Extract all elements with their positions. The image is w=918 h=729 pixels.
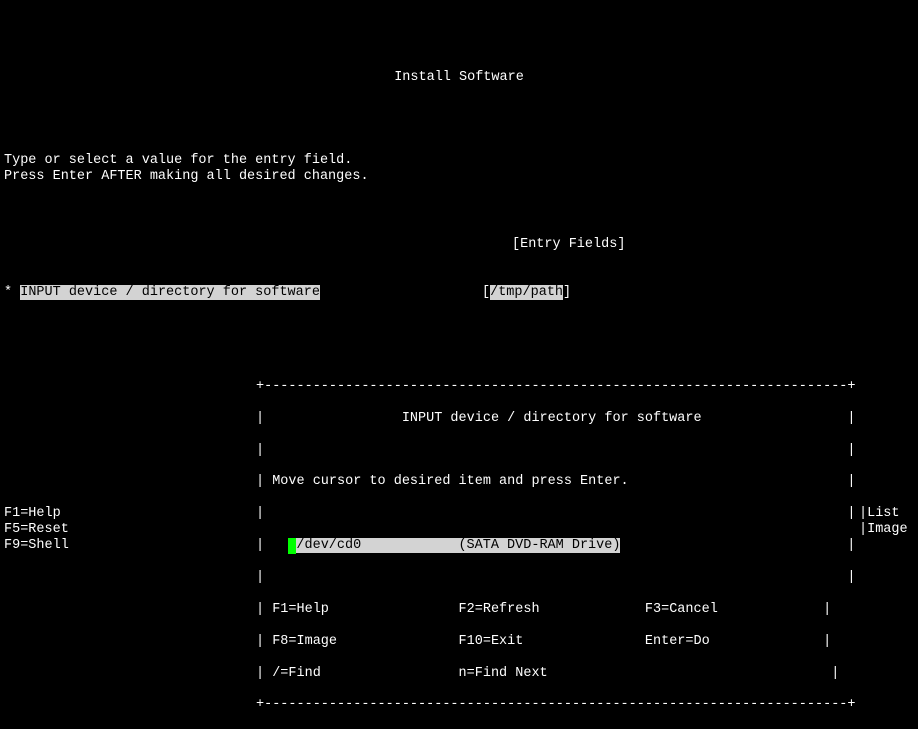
- popup-empty-2: | |: [256, 506, 914, 522]
- f8-image[interactable]: F8=Image: [272, 634, 337, 649]
- right-labels: |List |Image: [859, 490, 908, 538]
- bracket-close: ]: [563, 285, 571, 300]
- popup-border-top: +---------------------------------------…: [256, 379, 914, 395]
- f2-refresh[interactable]: F2=Refresh: [459, 602, 540, 617]
- input-device-row[interactable]: * INPUT device / directory for software …: [0, 285, 918, 301]
- popup-fkey-row-2: | F8=Image F10=Exit Enter=Do |: [256, 634, 914, 650]
- popup-selected-row[interactable]: | /dev/cd0 (SATA DVD-RAM Drive) |: [256, 538, 914, 554]
- popup-selected-item[interactable]: /dev/cd0 (SATA DVD-RAM Drive): [296, 538, 620, 553]
- f3-cancel[interactable]: F3=Cancel: [645, 602, 718, 617]
- popup-fkey-row-1: | F1=Help F2=Refresh F3=Cancel |: [256, 602, 914, 618]
- popup-border-bottom: +---------------------------------------…: [256, 697, 914, 713]
- popup-empty-3: | |: [256, 570, 914, 586]
- popup-title: INPUT device / directory for software: [402, 411, 702, 426]
- popup-empty-1: | |: [256, 443, 914, 459]
- entry-fields-header: [Entry Fields]: [0, 237, 918, 253]
- popup-instruction-row: | Move cursor to desired item and press …: [256, 474, 914, 490]
- popup-title-row: | INPUT device / directory for software …: [256, 411, 914, 427]
- instruction-line-1: Type or select a value for the entry fie…: [4, 153, 352, 168]
- page-title: Install Software: [0, 64, 918, 86]
- f10-exit[interactable]: F10=Exit: [459, 634, 524, 649]
- list-label: List: [867, 506, 899, 521]
- instruction-line-2: Press Enter AFTER making all desired cha…: [4, 169, 369, 184]
- n-findnext[interactable]: n=Find Next: [459, 666, 548, 681]
- image-label: Image: [867, 522, 908, 537]
- input-device-value[interactable]: /tmp/path: [490, 285, 563, 300]
- f1-help[interactable]: F1=Help: [272, 602, 329, 617]
- instructions: Type or select a value for the entry fie…: [0, 137, 918, 185]
- f5-reset[interactable]: F5=Reset: [4, 522, 69, 537]
- bottom-fkeys: F1=Help F5=Reset F9=Shell: [4, 490, 69, 554]
- popup-instruction: Move cursor to desired item and press En…: [272, 474, 628, 489]
- bracket-open: [: [482, 285, 490, 300]
- popup-fkey-row-3: | /=Find n=Find Next |: [256, 666, 914, 682]
- popup-dialog: +---------------------------------------…: [256, 363, 914, 729]
- required-marker: *: [4, 285, 12, 300]
- f9-shell[interactable]: F9=Shell: [4, 538, 69, 553]
- enter-do[interactable]: Enter=Do: [645, 634, 710, 649]
- input-device-label: INPUT device / directory for software: [20, 285, 320, 300]
- slash-find[interactable]: /=Find: [272, 666, 321, 681]
- f1-help-main[interactable]: F1=Help: [4, 506, 61, 521]
